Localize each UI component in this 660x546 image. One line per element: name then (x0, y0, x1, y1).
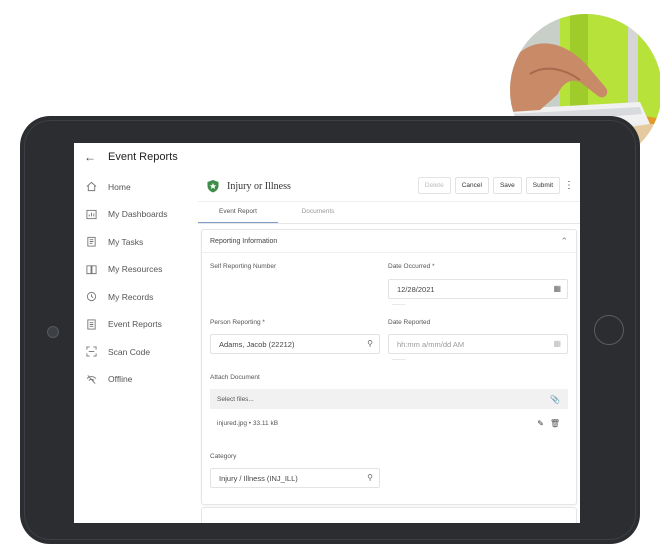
select-files-row[interactable]: Select files... 📎 (210, 389, 568, 409)
chevron-up-icon[interactable]: ⌃ (560, 236, 568, 247)
offline-icon (84, 372, 98, 386)
submit-button[interactable]: Submit (525, 177, 560, 194)
book-icon (84, 262, 98, 276)
section-title: Reporting Information (210, 238, 278, 245)
sidebar-item-label: Offline (108, 374, 133, 385)
category-value: Injury / Illness (INJ_ILL) (219, 473, 298, 483)
sidebar-item-label: Home (108, 181, 131, 192)
trash-icon[interactable]: 🗑 (550, 419, 560, 428)
report-icon (84, 317, 98, 331)
person-reporting-value: Adams, Jacob (22212) (219, 339, 295, 349)
scan-icon (84, 345, 98, 359)
paperclip-icon[interactable]: 📎 (550, 395, 560, 404)
category-label: Category (210, 453, 237, 460)
sidebar-item-scan-code[interactable]: Scan Code (74, 338, 194, 366)
app-title: Event Reports (108, 151, 178, 163)
sidebar-item-offline[interactable]: Offline (74, 366, 194, 394)
tab-event-report[interactable]: Event Report (198, 201, 278, 223)
records-icon (84, 290, 98, 304)
sidebar-item-dashboards[interactable]: My Dashboards (74, 201, 194, 229)
arrow-left-icon[interactable]: ← (84, 150, 100, 164)
self-reporting-label: Self Reporting Number (210, 263, 277, 270)
calendar-icon[interactable]: ▦ (553, 284, 561, 293)
sidebar-item-label: My Records (108, 291, 154, 302)
date-occurred-value: 12/28/2021 (397, 284, 435, 294)
date-reported-label: Date Reported (388, 319, 431, 326)
clipboard-icon (84, 235, 98, 249)
attached-file-name: injured.jpg • 33.11 kB (217, 419, 279, 427)
attach-document-label: Attach Document (210, 374, 260, 381)
sidebar-item-home[interactable]: Home (74, 173, 194, 201)
person-reporting-field[interactable]: Adams, Jacob (22212) ⚲ (210, 334, 380, 354)
sidebar-item-label: My Resources (108, 264, 163, 275)
page-header: Injury or Illness Delete Cancel Save Sub… (198, 171, 580, 202)
date-format-hint: ——— (392, 357, 406, 362)
search-icon[interactable]: ⚲ (367, 473, 373, 482)
divider (202, 252, 576, 253)
dashboard-icon (84, 207, 98, 221)
sidebar-item-resources[interactable]: My Resources (74, 256, 194, 284)
sidebar-item-tasks[interactable]: My Tasks (74, 228, 194, 256)
date-occurred-field[interactable]: 12/28/2021 ▦ (388, 279, 568, 299)
home-icon (84, 180, 98, 194)
reporting-information-card: Reporting Information ⌃ Self Reporting N… (201, 229, 577, 505)
edit-icon[interactable]: ✎ (537, 419, 544, 428)
next-section-card (201, 507, 577, 523)
cancel-button[interactable]: Cancel (454, 177, 489, 194)
sidebar-item-event-reports[interactable]: Event Reports (74, 311, 194, 339)
date-format-hint: ——— (392, 302, 406, 307)
date-reported-field[interactable]: hh:mm a/mm/dd AM ▦ (388, 334, 568, 354)
app-bar: ← Event Reports (74, 143, 580, 171)
sidebar-item-label: My Dashboards (108, 209, 168, 220)
sidebar-item-records[interactable]: My Records (74, 283, 194, 311)
camera-icon (47, 326, 59, 338)
sidebar-item-label: Scan Code (108, 346, 151, 357)
save-button[interactable]: Save (492, 177, 522, 194)
sidebar-item-label: Event Reports (108, 319, 162, 330)
select-files-text: Select files... (217, 395, 254, 403)
tab-bar: Event Report Documents (198, 201, 580, 224)
date-occurred-label: Date Occurred * (388, 263, 435, 270)
person-reporting-label: Person Reporting * (210, 319, 265, 326)
attached-file-row: injured.jpg • 33.11 kB ✎ 🗑 (210, 413, 568, 433)
tab-documents[interactable]: Documents (278, 201, 358, 223)
calendar-icon[interactable]: ▦ (553, 339, 561, 348)
tablet-screen: ← Event Reports Home My Dashboards My Ta… (74, 143, 580, 523)
date-reported-placeholder: hh:mm a/mm/dd AM (397, 339, 465, 349)
more-options-icon[interactable]: ⋮ (564, 180, 574, 191)
search-icon[interactable]: ⚲ (367, 339, 373, 348)
sidebar-item-label: My Tasks (108, 236, 144, 247)
header-actions: Delete Cancel Save Submit ⋮ (417, 177, 574, 194)
sidebar: Home My Dashboards My Tasks My Resources… (74, 173, 194, 393)
delete-button[interactable]: Delete (417, 177, 451, 194)
shield-icon (207, 180, 219, 193)
category-field[interactable]: Injury / Illness (INJ_ILL) ⚲ (210, 468, 380, 488)
home-button[interactable] (594, 315, 624, 345)
page-title: Injury or Illness (227, 180, 291, 192)
